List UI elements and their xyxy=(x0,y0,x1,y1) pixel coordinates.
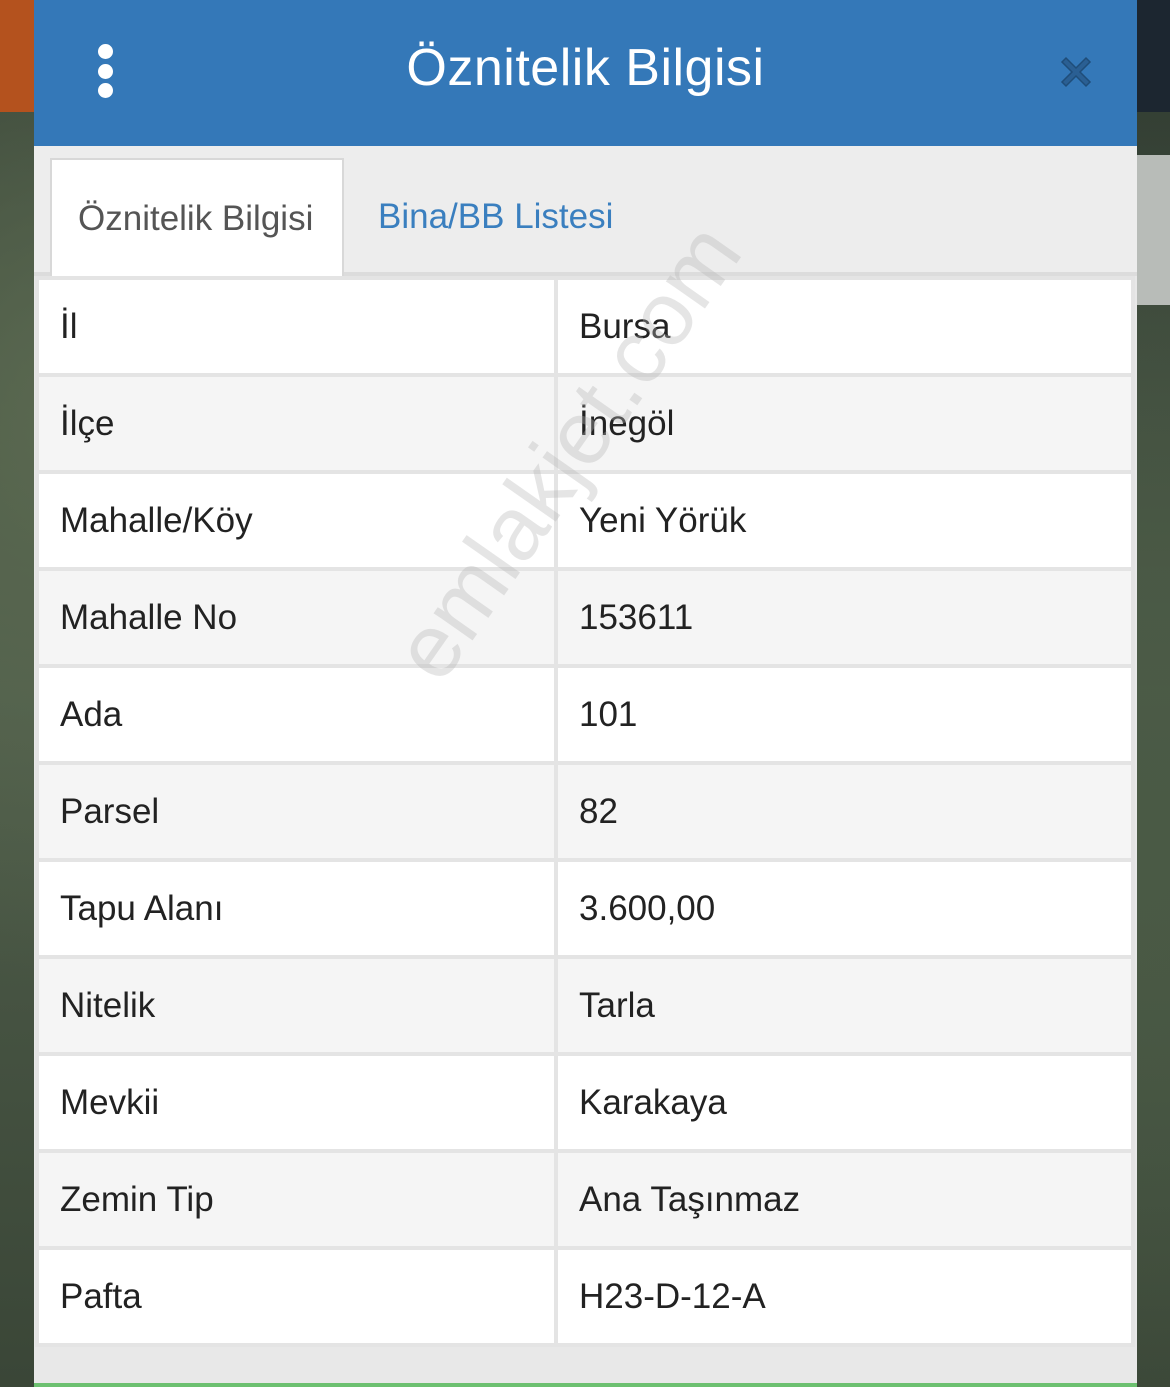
tab-bar: Öznitelik Bilgisi Bina/BB Listesi xyxy=(34,146,1137,276)
table-row: Tapu Alanı 3.600,00 xyxy=(35,858,1135,959)
attribute-value: 3.600,00 xyxy=(554,858,1135,959)
map-edge-right-top xyxy=(1136,0,1170,112)
table-row: Parsel 82 xyxy=(35,761,1135,862)
table-row: Zemin Tip Ana Taşınmaz xyxy=(35,1149,1135,1250)
bottom-accent-bar xyxy=(34,1383,1137,1387)
table-row: Ada 101 xyxy=(35,664,1135,765)
attribute-key: Nitelik xyxy=(35,955,558,1056)
attribute-value: Tarla xyxy=(554,955,1135,1056)
attribute-value: 101 xyxy=(554,664,1135,765)
attribute-table: İl Bursa İlçe İnegöl Mahalle/Köy Yeni Yörük Ma… xyxy=(35,276,1135,1347)
attribute-key: Tapu Alanı xyxy=(35,858,558,959)
attribute-key: Parsel xyxy=(35,761,558,862)
attribute-value: Ana Taşınmaz xyxy=(554,1149,1135,1250)
table-row: İl Bursa xyxy=(35,276,1135,377)
attribute-key: Mevkii xyxy=(35,1052,558,1153)
map-edge-left xyxy=(0,0,34,112)
table-row: Mahalle No 153611 xyxy=(35,567,1135,668)
table-row: Pafta H23-D-12-A xyxy=(35,1246,1135,1347)
attribute-value: Yeni Yörük xyxy=(554,470,1135,571)
attribute-key: Ada xyxy=(35,664,558,765)
attribute-value: İnegöl xyxy=(554,373,1135,474)
table-row: Mevkii Karakaya xyxy=(35,1052,1135,1153)
close-icon[interactable] xyxy=(1056,52,1096,92)
attribute-value: 82 xyxy=(554,761,1135,862)
attribute-value: Karakaya xyxy=(554,1052,1135,1153)
tab-building-list[interactable]: Bina/BB Listesi xyxy=(352,158,639,272)
attribute-key: İlçe xyxy=(35,373,558,474)
panel-title: Öznitelik Bilgisi xyxy=(406,39,765,97)
attribute-value: 153611 xyxy=(554,567,1135,668)
panel-header: Öznitelik Bilgisi xyxy=(34,0,1137,146)
attribute-key: Zemin Tip xyxy=(35,1149,558,1250)
attribute-value: Bursa xyxy=(554,276,1135,377)
attribute-key: Pafta xyxy=(35,1246,558,1347)
map-edge-right xyxy=(1136,155,1170,305)
attribute-key: Mahalle No xyxy=(35,567,558,668)
table-row: Nitelik Tarla xyxy=(35,955,1135,1056)
tab-attribute-info[interactable]: Öznitelik Bilgisi xyxy=(50,158,344,276)
attribute-value: H23-D-12-A xyxy=(554,1246,1135,1347)
table-row: İlçe İnegöl xyxy=(35,373,1135,474)
attribute-key: Mahalle/Köy xyxy=(35,470,558,571)
attribute-info-panel: Öznitelik Bilgisi Öznitelik Bilgisi Bina… xyxy=(34,0,1137,1387)
attribute-key: İl xyxy=(35,276,558,377)
table-row: Mahalle/Köy Yeni Yörük xyxy=(35,470,1135,571)
